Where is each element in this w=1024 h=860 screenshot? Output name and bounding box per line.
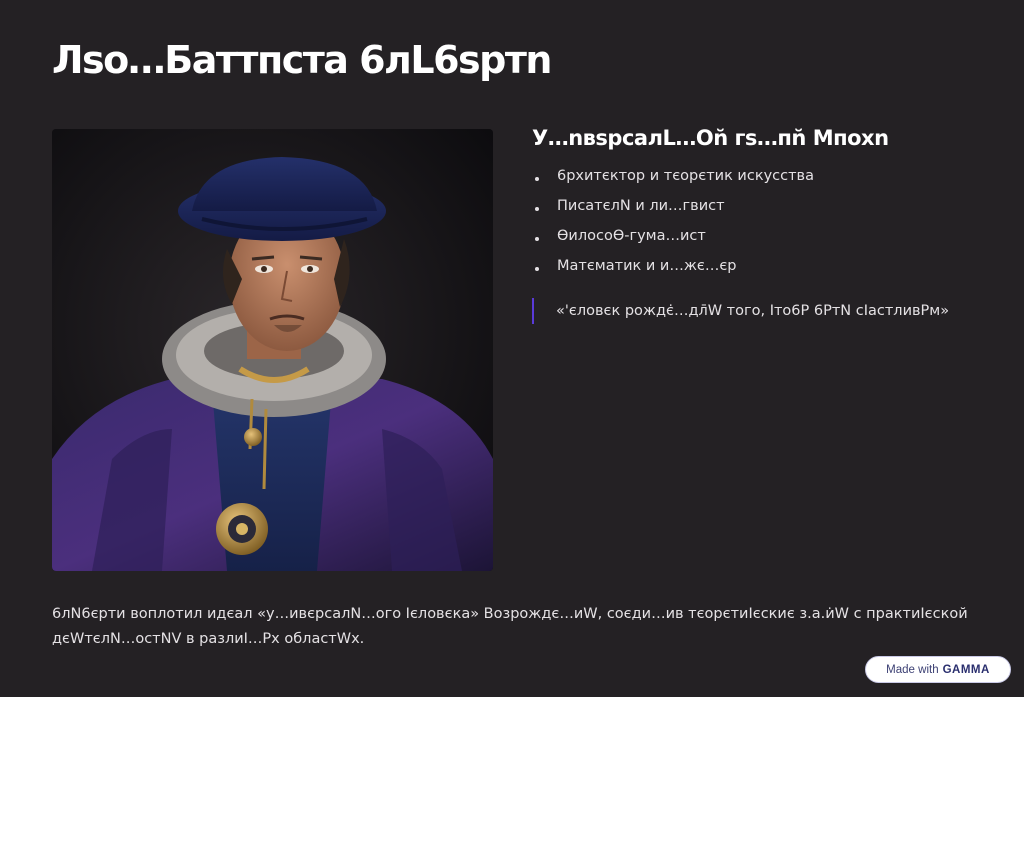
- bullet-dot-icon: [535, 267, 539, 271]
- slide-title: Лsо…Баттпста 6лL6sртn: [52, 38, 552, 82]
- roles-list: 6рхитєктор и тєорєтик искусства ПисатєлN…: [532, 162, 992, 282]
- section-subtitle: У…nвsрсалL…Оn̆ гs…пn̆ Мпохn: [532, 126, 889, 150]
- gamma-logo: GAMMA: [942, 663, 990, 676]
- list-item-text: 6рхитєктор и тєорєтик искусства: [557, 168, 814, 184]
- list-item-text: ӨилосоӨ-гума…ист: [557, 228, 706, 244]
- list-item: Матєматик и и…жє…єр: [532, 252, 992, 282]
- made-with-gamma-badge[interactable]: Made with GAMMA: [865, 656, 1011, 683]
- bullet-dot-icon: [535, 237, 539, 241]
- right-column: У…nвsрсалL…Оn̆ гs…пn̆ Мпохn 6рхитєктор и…: [532, 126, 992, 324]
- bullet-dot-icon: [535, 207, 539, 211]
- list-item-text: ПисатєлN и ли…гвист: [557, 198, 725, 214]
- quote-block: «'єловєк рождє̇…дл̄W того, Iто6Р 6РтN сI…: [532, 298, 992, 324]
- list-item: ӨилосоӨ-гума…ист: [532, 222, 992, 252]
- summary-paragraph: 6лN6єрти воплотил идєал «у…ивєрсалN…ого …: [52, 606, 968, 647]
- list-item-text: Матєматик и и…жє…єр: [557, 258, 737, 274]
- badge-prefix: Made with: [886, 663, 939, 676]
- slide: Лsо…Баттпста 6лL6sртn У…nвsрсалL…Оn̆ гs……: [0, 0, 1024, 697]
- list-item: ПисатєлN и ли…гвист: [532, 192, 992, 222]
- bullet-dot-icon: [535, 177, 539, 181]
- portrait-image: [52, 129, 493, 571]
- list-item: 6рхитєктор и тєорєтик искусства: [532, 162, 992, 192]
